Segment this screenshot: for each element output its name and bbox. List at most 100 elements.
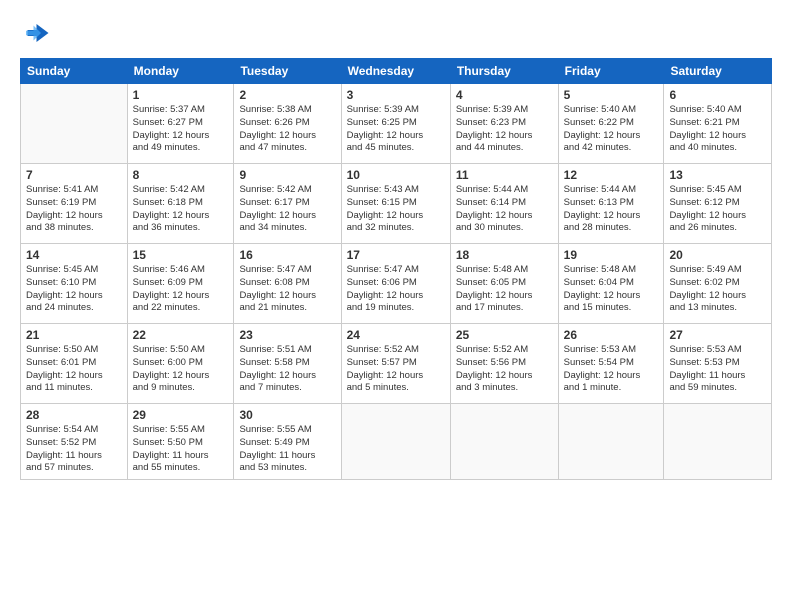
day-number: 3: [347, 88, 445, 102]
calendar-cell: [341, 404, 450, 480]
weekday-header-wednesday: Wednesday: [341, 59, 450, 84]
calendar-cell: [558, 404, 664, 480]
weekday-header-saturday: Saturday: [664, 59, 772, 84]
calendar-cell: 6 Sunrise: 5:40 AM Sunset: 6:21 PM Daylig…: [664, 84, 772, 164]
calendar-cell: 7 Sunrise: 5:41 AM Sunset: 6:19 PM Daylig…: [21, 164, 128, 244]
calendar-cell: 8Sunrise: 5:42 AM Sunset: 6:18 PM Daylig…: [127, 164, 234, 244]
day-number: 30: [239, 408, 335, 422]
calendar-cell: 10 Sunrise: 5:43 AM Sunset: 6:15 PM Dayli…: [341, 164, 450, 244]
week-row-2: 7 Sunrise: 5:41 AM Sunset: 6:19 PM Daylig…: [21, 164, 772, 244]
cell-content: Sunrise: 5:43 AM Sunset: 6:15 PM Dayligh…: [347, 184, 445, 235]
day-number: 22: [133, 328, 229, 342]
calendar-cell: 22Sunrise: 5:50 AM Sunset: 6:00 PM Dayli…: [127, 324, 234, 404]
cell-content: Sunrise: 5:48 AM Sunset: 6:04 PM Dayligh…: [564, 264, 659, 315]
day-number: 18: [456, 248, 553, 262]
weekday-header-thursday: Thursday: [450, 59, 558, 84]
day-number: 23: [239, 328, 335, 342]
cell-content: Sunrise: 5:55 AM Sunset: 5:49 PM Dayligh…: [239, 424, 335, 475]
day-number: 13: [669, 168, 766, 182]
day-number: 25: [456, 328, 553, 342]
header: [20, 18, 772, 48]
cell-content: Sunrise: 5:53 AM Sunset: 5:53 PM Dayligh…: [669, 344, 766, 395]
day-number: 14: [26, 248, 122, 262]
day-number: 16: [239, 248, 335, 262]
calendar-cell: 17Sunrise: 5:47 AM Sunset: 6:06 PM Dayli…: [341, 244, 450, 324]
cell-content: Sunrise: 5:44 AM Sunset: 6:13 PM Dayligh…: [564, 184, 659, 235]
week-row-4: 21 Sunrise: 5:50 AM Sunset: 6:01 PM Dayli…: [21, 324, 772, 404]
cell-content: Sunrise: 5:44 AM Sunset: 6:14 PM Dayligh…: [456, 184, 553, 235]
cell-content: Sunrise: 5:52 AM Sunset: 5:56 PM Dayligh…: [456, 344, 553, 395]
cell-content: Sunrise: 5:38 AM Sunset: 6:26 PM Dayligh…: [239, 104, 335, 155]
cell-content: Sunrise: 5:45 AM Sunset: 6:12 PM Dayligh…: [669, 184, 766, 235]
calendar-cell: 27 Sunrise: 5:53 AM Sunset: 5:53 PM Dayli…: [664, 324, 772, 404]
calendar-cell: 26 Sunrise: 5:53 AM Sunset: 5:54 PM Dayli…: [558, 324, 664, 404]
cell-content: Sunrise: 5:52 AM Sunset: 5:57 PM Dayligh…: [347, 344, 445, 395]
calendar-cell: [664, 404, 772, 480]
cell-content: Sunrise: 5:40 AM Sunset: 6:22 PM Dayligh…: [564, 104, 659, 155]
day-number: 20: [669, 248, 766, 262]
cell-content: Sunrise: 5:50 AM Sunset: 6:01 PM Dayligh…: [26, 344, 122, 395]
page: SundayMondayTuesdayWednesdayThursdayFrid…: [0, 0, 792, 612]
calendar-cell: 16 Sunrise: 5:47 AM Sunset: 6:08 PM Dayli…: [234, 244, 341, 324]
cell-content: Sunrise: 5:40 AM Sunset: 6:21 PM Dayligh…: [669, 104, 766, 155]
calendar-cell: 28Sunrise: 5:54 AM Sunset: 5:52 PM Dayli…: [21, 404, 128, 480]
cell-content: Sunrise: 5:49 AM Sunset: 6:02 PM Dayligh…: [669, 264, 766, 315]
cell-content: Sunrise: 5:46 AM Sunset: 6:09 PM Dayligh…: [133, 264, 229, 315]
weekday-header-tuesday: Tuesday: [234, 59, 341, 84]
cell-content: Sunrise: 5:39 AM Sunset: 6:23 PM Dayligh…: [456, 104, 553, 155]
day-number: 19: [564, 248, 659, 262]
day-number: 12: [564, 168, 659, 182]
calendar-cell: [450, 404, 558, 480]
calendar-cell: 1 Sunrise: 5:37 AM Sunset: 6:27 PM Daylig…: [127, 84, 234, 164]
calendar-cell: 4 Sunrise: 5:39 AM Sunset: 6:23 PM Daylig…: [450, 84, 558, 164]
calendar-cell: 20 Sunrise: 5:49 AM Sunset: 6:02 PM Dayli…: [664, 244, 772, 324]
cell-content: Sunrise: 5:41 AM Sunset: 6:19 PM Dayligh…: [26, 184, 122, 235]
week-row-5: 28Sunrise: 5:54 AM Sunset: 5:52 PM Dayli…: [21, 404, 772, 480]
day-number: 27: [669, 328, 766, 342]
cell-content: Sunrise: 5:42 AM Sunset: 6:17 PM Dayligh…: [239, 184, 335, 235]
cell-content: Sunrise: 5:45 AM Sunset: 6:10 PM Dayligh…: [26, 264, 122, 315]
calendar-cell: 14 Sunrise: 5:45 AM Sunset: 6:10 PM Dayli…: [21, 244, 128, 324]
day-number: 1: [133, 88, 229, 102]
calendar-cell: 24 Sunrise: 5:52 AM Sunset: 5:57 PM Dayli…: [341, 324, 450, 404]
day-number: 4: [456, 88, 553, 102]
calendar-cell: 3Sunrise: 5:39 AM Sunset: 6:25 PM Daylig…: [341, 84, 450, 164]
day-number: 10: [347, 168, 445, 182]
day-number: 2: [239, 88, 335, 102]
cell-content: Sunrise: 5:55 AM Sunset: 5:50 PM Dayligh…: [133, 424, 229, 475]
weekday-header-row: SundayMondayTuesdayWednesdayThursdayFrid…: [21, 59, 772, 84]
week-row-3: 14 Sunrise: 5:45 AM Sunset: 6:10 PM Dayli…: [21, 244, 772, 324]
day-number: 15: [133, 248, 229, 262]
day-number: 24: [347, 328, 445, 342]
logo: [20, 18, 54, 48]
cell-content: Sunrise: 5:53 AM Sunset: 5:54 PM Dayligh…: [564, 344, 659, 395]
day-number: 9: [239, 168, 335, 182]
day-number: 29: [133, 408, 229, 422]
day-number: 21: [26, 328, 122, 342]
calendar-cell: 29 Sunrise: 5:55 AM Sunset: 5:50 PM Dayli…: [127, 404, 234, 480]
calendar-cell: 18Sunrise: 5:48 AM Sunset: 6:05 PM Dayli…: [450, 244, 558, 324]
weekday-header-sunday: Sunday: [21, 59, 128, 84]
calendar-cell: 21 Sunrise: 5:50 AM Sunset: 6:01 PM Dayli…: [21, 324, 128, 404]
day-number: 6: [669, 88, 766, 102]
calendar-cell: 13 Sunrise: 5:45 AM Sunset: 6:12 PM Dayli…: [664, 164, 772, 244]
calendar-cell: 9 Sunrise: 5:42 AM Sunset: 6:17 PM Daylig…: [234, 164, 341, 244]
logo-icon: [20, 18, 50, 48]
calendar-cell: 5 Sunrise: 5:40 AM Sunset: 6:22 PM Daylig…: [558, 84, 664, 164]
week-row-1: 1 Sunrise: 5:37 AM Sunset: 6:27 PM Daylig…: [21, 84, 772, 164]
day-number: 28: [26, 408, 122, 422]
calendar-cell: [21, 84, 128, 164]
cell-content: Sunrise: 5:47 AM Sunset: 6:08 PM Dayligh…: [239, 264, 335, 315]
calendar-cell: 25 Sunrise: 5:52 AM Sunset: 5:56 PM Dayli…: [450, 324, 558, 404]
cell-content: Sunrise: 5:47 AM Sunset: 6:06 PM Dayligh…: [347, 264, 445, 315]
day-number: 7: [26, 168, 122, 182]
calendar-cell: 30 Sunrise: 5:55 AM Sunset: 5:49 PM Dayli…: [234, 404, 341, 480]
day-number: 26: [564, 328, 659, 342]
weekday-header-friday: Friday: [558, 59, 664, 84]
calendar-cell: 11Sunrise: 5:44 AM Sunset: 6:14 PM Dayli…: [450, 164, 558, 244]
day-number: 5: [564, 88, 659, 102]
calendar-table: SundayMondayTuesdayWednesdayThursdayFrid…: [20, 58, 772, 480]
cell-content: Sunrise: 5:37 AM Sunset: 6:27 PM Dayligh…: [133, 104, 229, 155]
weekday-header-monday: Monday: [127, 59, 234, 84]
day-number: 8: [133, 168, 229, 182]
